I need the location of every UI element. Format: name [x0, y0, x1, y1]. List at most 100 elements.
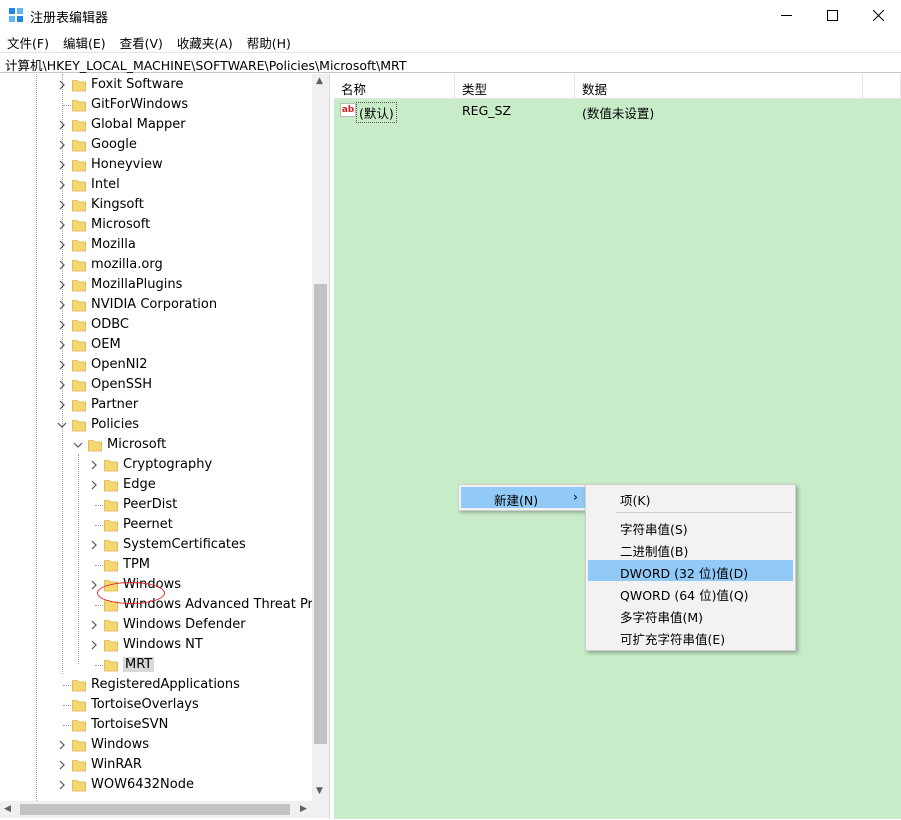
- scroll-right-icon[interactable]: ▶: [300, 804, 307, 814]
- tree-node[interactable]: SystemCertificates: [0, 535, 312, 555]
- tree-node[interactable]: RegisteredApplications: [0, 675, 312, 695]
- context-menu-new[interactable]: 新建(N) ›: [461, 487, 585, 508]
- tree-node-label: Honeyview: [91, 157, 163, 172]
- minimize-button[interactable]: [763, 0, 809, 30]
- tree-node[interactable]: TortoiseOverlays: [0, 695, 312, 715]
- chevron-right-icon[interactable]: [89, 480, 99, 490]
- submenu-item-dword-value[interactable]: DWORD (32 位)值(D): [588, 560, 793, 581]
- chevron-right-icon[interactable]: [89, 460, 99, 470]
- menu-view[interactable]: 查看(V): [113, 30, 170, 52]
- tree-horizontal-scrollbar[interactable]: ◀ ▶: [0, 801, 329, 818]
- tree-node[interactable]: OEM: [0, 335, 312, 355]
- tree-node[interactable]: Partner: [0, 395, 312, 415]
- key-tree[interactable]: Foxit Software GitForWindows Global Mapper…: [0, 74, 330, 819]
- tree-node[interactable]: Intel: [0, 175, 312, 195]
- tree-node[interactable]: Kingsoft: [0, 195, 312, 215]
- selection-highlight-ring: [97, 582, 165, 604]
- tree-node[interactable]: Mozilla: [0, 235, 312, 255]
- tree-node[interactable]: Peernet: [0, 515, 312, 535]
- tree-node[interactable]: GitForWindows: [0, 95, 312, 115]
- tree-vertical-scrollbar[interactable]: ▲ ▼: [312, 74, 329, 801]
- column-header-type[interactable]: 类型: [455, 74, 575, 99]
- tree-node[interactable]: Windows NT: [0, 635, 312, 655]
- tree-node[interactable]: OpenSSH: [0, 375, 312, 395]
- tree-node[interactable]: WinRAR: [0, 755, 312, 775]
- tree-node[interactable]: TortoiseSVN: [0, 715, 312, 735]
- close-button[interactable]: [855, 0, 901, 30]
- menu-edit[interactable]: 编辑(E): [56, 30, 113, 52]
- menu-help[interactable]: 帮助(H): [240, 30, 298, 52]
- submenu-item-string-value[interactable]: 字符串值(S): [588, 516, 793, 537]
- chevron-right-icon[interactable]: [57, 200, 67, 210]
- tree-horizontal-scroll-thumb[interactable]: [20, 804, 290, 815]
- chevron-right-icon[interactable]: [57, 380, 67, 390]
- chevron-right-icon[interactable]: [89, 640, 99, 650]
- tree-node[interactable]: Policies: [0, 415, 312, 435]
- tree-node-label: TortoiseOverlays: [91, 697, 199, 712]
- chevron-right-icon[interactable]: [57, 80, 67, 90]
- tree-node[interactable]: OpenNI2: [0, 355, 312, 375]
- tree-vertical-scroll-thumb[interactable]: [314, 284, 327, 744]
- tree-node[interactable]: Honeyview: [0, 155, 312, 175]
- chevron-right-icon[interactable]: [57, 320, 67, 330]
- chevron-right-icon[interactable]: [57, 780, 67, 790]
- tree-node-label: SystemCertificates: [123, 537, 246, 552]
- menu-file[interactable]: 文件(F): [0, 30, 56, 52]
- tree-node[interactable]: TPM: [0, 555, 312, 575]
- tree-node[interactable]: Edge: [0, 475, 312, 495]
- chevron-right-icon[interactable]: [57, 400, 67, 410]
- chevron-right-icon[interactable]: [89, 580, 99, 590]
- chevron-right-icon[interactable]: [57, 260, 67, 270]
- value-row[interactable]: ab (默认) REG_SZ (数值未设置): [334, 100, 901, 123]
- chevron-right-icon[interactable]: [57, 220, 67, 230]
- column-header-name[interactable]: 名称: [334, 74, 455, 99]
- tree-node[interactable]: MozillaPlugins: [0, 275, 312, 295]
- tree-node[interactable]: MRT: [0, 655, 312, 675]
- column-header-data[interactable]: 数据: [575, 74, 863, 99]
- folder-icon: [72, 220, 86, 232]
- chevron-right-icon[interactable]: [57, 740, 67, 750]
- submenu-item-key[interactable]: 项(K): [588, 487, 793, 508]
- chevron-right-icon[interactable]: [57, 120, 67, 130]
- tree-node[interactable]: NVIDIA Corporation: [0, 295, 312, 315]
- chevron-right-icon[interactable]: [89, 540, 99, 550]
- submenu-item-qword-value[interactable]: QWORD (64 位)值(Q): [588, 582, 793, 603]
- chevron-right-icon[interactable]: [57, 180, 67, 190]
- chevron-right-icon[interactable]: [57, 280, 67, 290]
- chevron-right-icon[interactable]: [57, 360, 67, 370]
- tree-node[interactable]: Windows: [0, 735, 312, 755]
- chevron-right-icon[interactable]: [57, 300, 67, 310]
- tree-node[interactable]: Microsoft: [0, 215, 312, 235]
- tree-node[interactable]: Foxit Software: [0, 75, 312, 95]
- value-list[interactable]: 名称 类型 数据 ab (默认) REG_SZ (数值未设置): [334, 74, 901, 819]
- window-title: 注册表编辑器: [30, 11, 109, 26]
- tree-node[interactable]: Google: [0, 135, 312, 155]
- folder-icon: [104, 540, 118, 552]
- scroll-left-icon[interactable]: ◀: [4, 804, 11, 814]
- chevron-down-icon[interactable]: [73, 440, 83, 450]
- menu-favorites[interactable]: 收藏夹(A): [170, 30, 240, 52]
- tree-node[interactable]: WOW6432Node: [0, 775, 312, 795]
- submenu-item-binary-value[interactable]: 二进制值(B): [588, 538, 793, 559]
- scroll-up-icon[interactable]: ▲: [316, 76, 323, 86]
- scroll-down-icon[interactable]: ▼: [316, 786, 323, 796]
- chevron-down-icon[interactable]: [57, 420, 67, 430]
- chevron-right-icon[interactable]: [89, 620, 99, 630]
- tree-node[interactable]: PeerDist: [0, 495, 312, 515]
- tree-node[interactable]: Windows Defender: [0, 615, 312, 635]
- tree-node[interactable]: ODBC: [0, 315, 312, 335]
- maximize-button[interactable]: [809, 0, 855, 30]
- submenu-item-multi-string-value[interactable]: 多字符串值(M): [588, 604, 793, 625]
- address-bar[interactable]: 计算机\HKEY_LOCAL_MACHINE\SOFTWARE\Policies…: [0, 52, 901, 73]
- submenu-item-expandable-string-value[interactable]: 可扩充字符串值(E): [588, 626, 793, 647]
- chevron-right-icon[interactable]: [57, 760, 67, 770]
- tree-node[interactable]: Global Mapper: [0, 115, 312, 135]
- tree-node[interactable]: mozilla.org: [0, 255, 312, 275]
- chevron-right-icon[interactable]: [57, 140, 67, 150]
- chevron-right-icon[interactable]: [57, 240, 67, 250]
- submenu-item-label: 字符串值(S): [620, 522, 688, 537]
- tree-node[interactable]: Cryptography: [0, 455, 312, 475]
- tree-node[interactable]: Microsoft: [0, 435, 312, 455]
- chevron-right-icon[interactable]: [57, 160, 67, 170]
- chevron-right-icon[interactable]: [57, 340, 67, 350]
